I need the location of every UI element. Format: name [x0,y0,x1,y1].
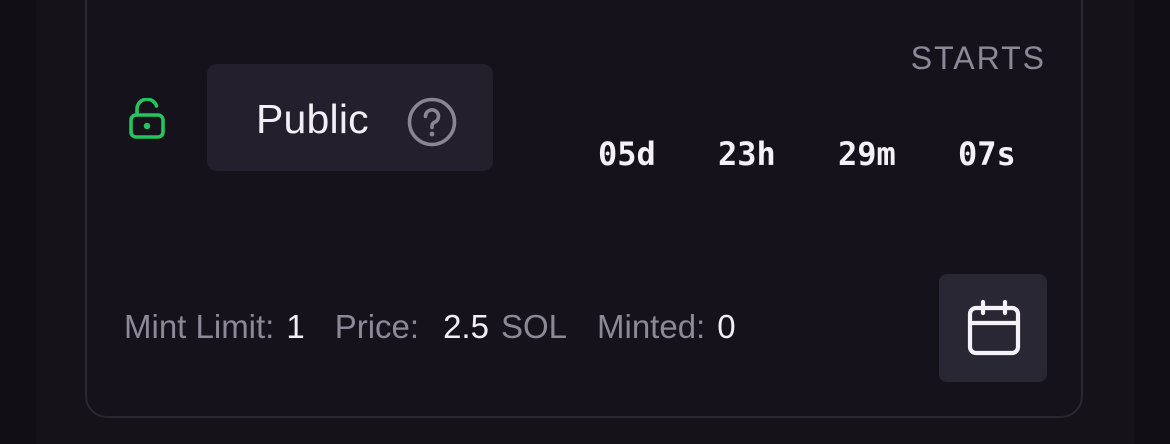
price-label: Price: [334,308,420,345]
unlock-icon [129,98,165,139]
phase-label: Public [256,96,369,142]
mint-phase-page: Public STARTS 05d 23h 29m 07s Mint Limit… [0,0,1170,444]
question-circle-icon[interactable] [406,96,458,148]
countdown-seconds: 07s [958,135,1016,173]
left-shade [0,0,36,444]
mint-limit-label: Mint Limit: [124,308,275,345]
minted-label: Minted: [597,308,706,345]
price-value: 2.5 [443,308,489,345]
minted-value: 0 [717,308,736,345]
countdown-minutes: 29m [838,135,896,173]
starts-label: STARTS [910,40,1046,76]
price-unit: SOL [500,308,567,345]
right-shade [1134,0,1170,444]
mint-stats-row: Mint Limit: 1 Price: 2.5 SOL Minted: 0 [124,306,736,348]
countdown-days: 05d [598,135,656,173]
countdown-hours: 23h [718,135,776,173]
calendar-icon [967,299,1021,356]
mint-limit-value: 1 [286,308,305,345]
